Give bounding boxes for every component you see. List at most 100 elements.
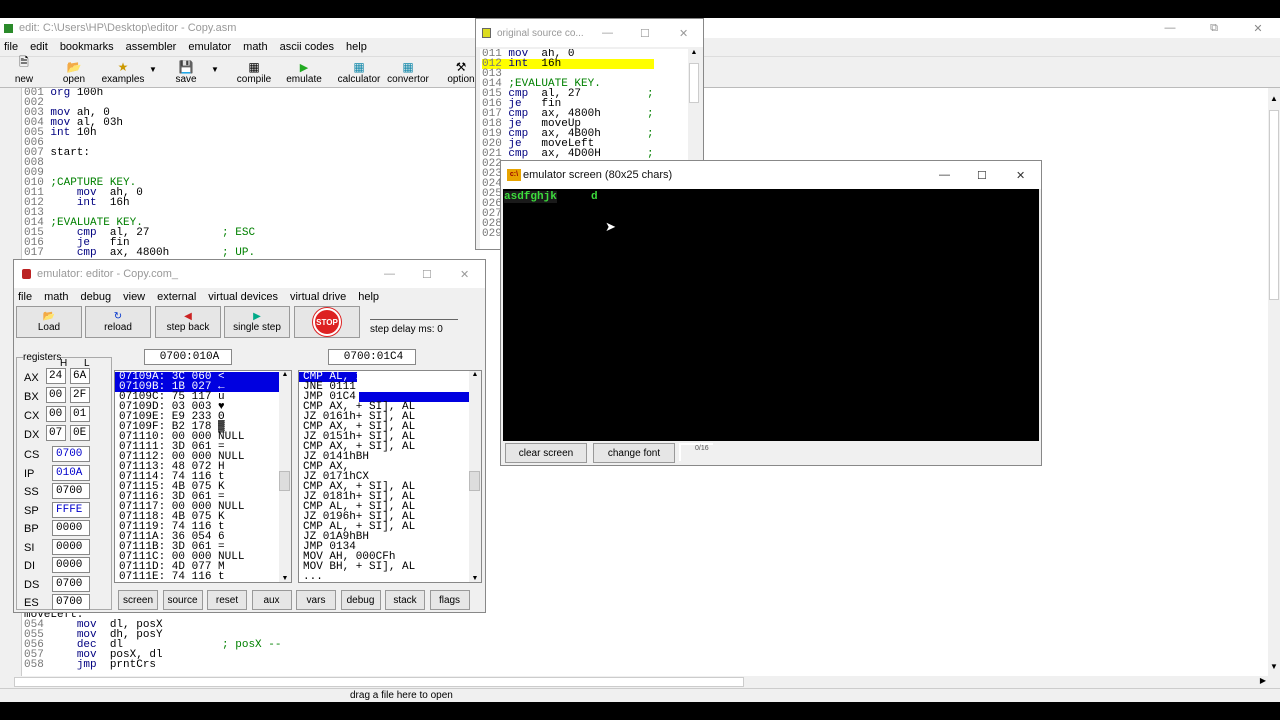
- disassembly-list[interactable]: CMP AL, 1Bh JNE 0111 JMP 01C4 CMP AX, + SI]…: [298, 370, 482, 583]
- aux-button[interactable]: aux: [251, 590, 292, 610]
- disasm-row[interactable]: ...: [299, 572, 469, 583]
- menu-edit[interactable]: edit: [30, 41, 48, 53]
- menu-file[interactable]: file: [4, 41, 18, 53]
- maximize-icon[interactable]: ☐: [640, 27, 650, 40]
- register-dx-high[interactable]: 07: [46, 425, 66, 441]
- options-button[interactable]: ⚒ option: [446, 57, 476, 85]
- flags-button[interactable]: flags: [429, 590, 470, 610]
- single-step-button[interactable]: ▶ single step: [224, 306, 290, 338]
- register-si[interactable]: 0000: [52, 538, 90, 555]
- register-bx-high[interactable]: 00: [46, 387, 66, 403]
- maximize-icon[interactable]: ☐: [422, 268, 432, 281]
- disasm-scrollbar[interactable]: ▲ ▼: [469, 371, 481, 582]
- register-cs[interactable]: 0700: [52, 446, 90, 462]
- memory-row[interactable]: 07111E: 74 116 t: [115, 572, 279, 583]
- step-delay-slider[interactable]: [370, 310, 458, 320]
- register-sp[interactable]: FFFE: [52, 501, 90, 518]
- memory-list[interactable]: 07109A: 3C 060 <07109B: 1B 027 ← 07109C: …: [114, 370, 292, 583]
- emu-menu-file[interactable]: file: [18, 291, 32, 303]
- horizontal-scrollbar[interactable]: ▶: [0, 676, 1268, 688]
- close-icon[interactable]: ✕: [1016, 169, 1025, 182]
- convertor-button[interactable]: ▦ convertor: [386, 57, 430, 85]
- register-ip[interactable]: 010A: [52, 464, 90, 481]
- emu-menu-help[interactable]: help: [358, 291, 379, 303]
- register-bx-low[interactable]: 2F: [70, 387, 90, 403]
- stack-button[interactable]: stack: [385, 590, 425, 610]
- scroll-up-icon[interactable]: ▲: [688, 49, 700, 56]
- scroll-down-icon[interactable]: ▼: [279, 575, 291, 582]
- register-es[interactable]: 0700: [52, 594, 90, 610]
- emu-menu-external[interactable]: external: [157, 291, 196, 303]
- register-name: SP: [24, 504, 39, 517]
- close-icon[interactable]: ✕: [1236, 22, 1280, 35]
- menu-ascii-codes[interactable]: ascii codes: [280, 41, 334, 53]
- scroll-down-icon[interactable]: ▼: [469, 575, 481, 582]
- reset-button[interactable]: reset: [207, 590, 247, 610]
- emu-menu-math[interactable]: math: [44, 291, 68, 303]
- clear-screen-button[interactable]: clear screen: [505, 443, 587, 463]
- vars-button[interactable]: vars: [296, 590, 336, 610]
- compile-button[interactable]: ▦ compile: [234, 57, 274, 85]
- new-button[interactable]: 🗎 new: [12, 55, 36, 85]
- minimize-icon[interactable]: —: [602, 27, 613, 39]
- minimize-icon[interactable]: —: [939, 169, 950, 181]
- load-button[interactable]: 📂 Load: [16, 306, 82, 338]
- minimize-icon[interactable]: —: [1148, 22, 1192, 34]
- emu-menu-virtual-drive[interactable]: virtual drive: [290, 291, 346, 303]
- scroll-up-icon[interactable]: ▲: [279, 371, 291, 378]
- scroll-thumb[interactable]: [689, 63, 699, 103]
- menu-bookmarks[interactable]: bookmarks: [60, 41, 114, 53]
- scroll-thumb[interactable]: [469, 471, 480, 491]
- scroll-up-icon[interactable]: ▲: [469, 371, 481, 378]
- examples-dropdown-icon[interactable]: ▼: [149, 65, 157, 74]
- maximize-icon[interactable]: ☐: [977, 169, 987, 182]
- register-cx-low[interactable]: 01: [70, 406, 90, 422]
- menu-assembler[interactable]: assembler: [126, 41, 177, 53]
- scroll-up-icon[interactable]: ▲: [1268, 94, 1280, 108]
- disasm-row[interactable]: MOV BH, + SI], AL: [299, 562, 469, 573]
- register-cx-high[interactable]: 00: [46, 406, 66, 422]
- memory-scrollbar[interactable]: ▲ ▼: [279, 371, 291, 582]
- menu-help[interactable]: help: [346, 41, 367, 53]
- emulate-button[interactable]: ▶ emulate: [284, 57, 324, 85]
- menu-emulator[interactable]: emulator: [188, 41, 231, 53]
- emu-menu-virtual-devices[interactable]: virtual devices: [208, 291, 278, 303]
- register-dx-low[interactable]: 0E: [70, 425, 90, 441]
- open-button[interactable]: 📂 open: [60, 57, 88, 85]
- stop-button[interactable]: STOP: [294, 306, 360, 338]
- maximize-icon[interactable]: ⧉: [1192, 22, 1236, 35]
- screen-button[interactable]: screen: [118, 590, 158, 610]
- scroll-thumb[interactable]: [279, 471, 290, 491]
- emu-menu-debug[interactable]: debug: [81, 291, 112, 303]
- register-di[interactable]: 0000: [52, 557, 90, 573]
- save-button[interactable]: 💾 save: [174, 57, 198, 85]
- step-back-button[interactable]: ◀ step back: [155, 306, 221, 338]
- vertical-scrollbar[interactable]: ▲ ▼: [1268, 94, 1280, 676]
- menu-math[interactable]: math: [243, 41, 267, 53]
- emulator-display[interactable]: asdfghjk d ➤: [503, 189, 1039, 441]
- hscroll-thumb[interactable]: [14, 677, 744, 687]
- memory-address-field[interactable]: 0700:010A: [144, 349, 232, 365]
- reload-button[interactable]: ↻ reload: [85, 306, 151, 338]
- scroll-down-icon[interactable]: ▼: [1268, 662, 1280, 676]
- scroll-right-icon[interactable]: ▶: [1260, 676, 1266, 685]
- register-ax-low[interactable]: 6A: [70, 368, 90, 384]
- debug-button[interactable]: debug: [340, 590, 381, 610]
- change-font-button[interactable]: change font: [593, 443, 675, 463]
- source-button[interactable]: source: [162, 590, 203, 610]
- calculator-button[interactable]: ▦ calculator: [336, 57, 382, 85]
- minimize-icon[interactable]: —: [384, 268, 395, 280]
- register-ds[interactable]: 0700: [52, 575, 90, 592]
- save-icon: 💾: [178, 60, 194, 74]
- scroll-thumb[interactable]: [1269, 110, 1279, 300]
- register-ax-high[interactable]: 24: [46, 368, 66, 384]
- examples-button[interactable]: ★ examples: [100, 57, 146, 85]
- line-code: start:: [50, 147, 91, 159]
- register-ss[interactable]: 0700: [52, 483, 90, 499]
- save-dropdown-icon[interactable]: ▼: [211, 65, 219, 74]
- register-bp[interactable]: 0000: [52, 520, 90, 536]
- disasm-address-field[interactable]: 0700:01C4: [328, 349, 416, 365]
- close-icon[interactable]: ✕: [679, 27, 688, 40]
- emu-menu-view[interactable]: view: [123, 291, 145, 303]
- close-icon[interactable]: ✕: [460, 268, 469, 281]
